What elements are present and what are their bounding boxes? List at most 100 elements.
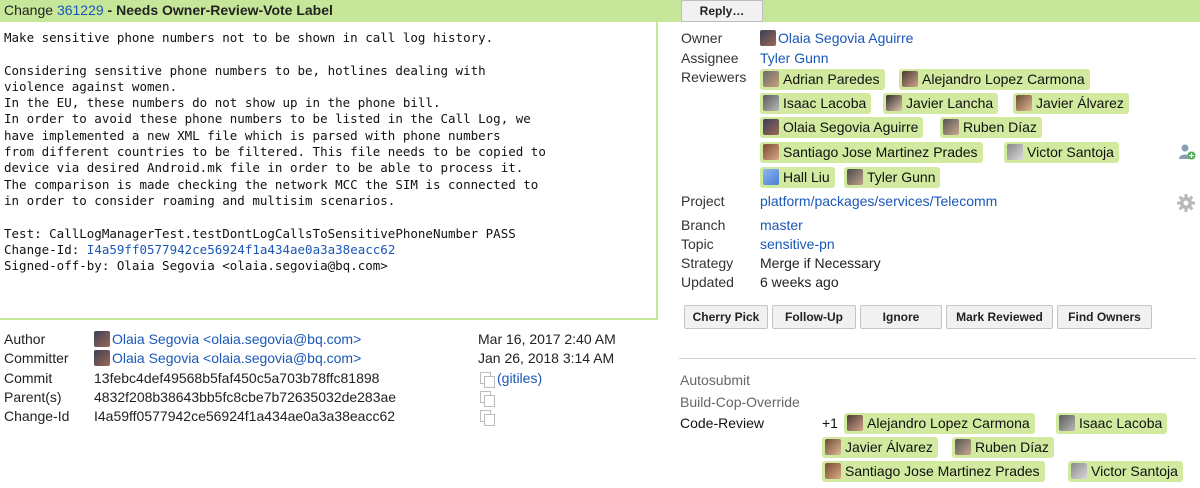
committer-link[interactable]: Olaia Segovia <olaia.segovia@bq.com>	[112, 350, 361, 366]
copy-icon[interactable]	[480, 410, 495, 426]
author-date: Mar 16, 2017 2:40 AM	[478, 331, 616, 347]
avatar	[94, 331, 110, 347]
gitiles-link[interactable]: (gitiles)	[497, 370, 542, 390]
voter-name: Santiago Jose Martinez Prades	[845, 463, 1040, 479]
change-number-link[interactable]: 361229	[57, 2, 104, 18]
parents-label: Parent(s)	[4, 389, 62, 405]
change-id-label: Change-Id:	[4, 241, 87, 257]
avatar	[94, 350, 110, 366]
topic-label: Topic	[681, 236, 714, 252]
change-title: Change 361229 - Needs Owner-Review-Vote …	[4, 2, 333, 18]
avatar	[763, 169, 779, 185]
ignore-button[interactable]: Ignore	[860, 305, 942, 329]
build-cop-label: Build-Cop-Override	[680, 394, 800, 410]
owner-value: Olaia Segovia Aguirre	[760, 30, 913, 46]
assignee-label: Assignee	[681, 50, 739, 66]
reviewer-name: Javier Lancha	[906, 95, 994, 111]
cherry-pick-button[interactable]: Cherry Pick	[684, 305, 768, 329]
reviewer-chip[interactable]: Alejandro Lopez Carmona	[899, 69, 1090, 90]
reviewer-chip[interactable]: Isaac Lacoba	[760, 93, 872, 114]
commit-message: Make sensitive phone numbers not to be s…	[4, 30, 546, 274]
avatar	[847, 169, 863, 185]
committer-date: Jan 26, 2018 3:14 AM	[478, 350, 615, 366]
signed-off-by: Signed-off-by: Olaia Segovia <olaia.sego…	[4, 258, 388, 274]
find-owners-button[interactable]: Find Owners	[1057, 305, 1152, 329]
reviewer-chip[interactable]: Adrian Paredes	[760, 69, 885, 90]
reviewer-chip[interactable]: Javier Álvarez	[1013, 93, 1129, 114]
copy-icon[interactable]	[480, 391, 495, 407]
avatar	[825, 439, 841, 455]
reviewer-name: Ruben Díaz	[963, 119, 1037, 135]
avatar	[943, 119, 959, 135]
reviewer-name: Hall Liu	[783, 169, 830, 185]
code-review-label: Code-Review	[680, 415, 765, 431]
reviewer-chip[interactable]: Victor Santoja	[1004, 142, 1119, 163]
change-prefix: Change	[4, 2, 54, 18]
voter-name: Alejandro Lopez Carmona	[867, 415, 1030, 431]
project-link[interactable]: platform/packages/services/Telecomm	[760, 193, 997, 209]
branch-link[interactable]: master	[760, 217, 803, 233]
reviewer-chip[interactable]: Tyler Gunn	[844, 167, 941, 188]
voter-chip[interactable]: Victor Santoja	[1068, 461, 1183, 482]
voter-chip[interactable]: Alejandro Lopez Carmona	[844, 413, 1035, 434]
change-id-link[interactable]: I4a59ff0577942ce56924f1a434ae0a3a38eacc6…	[87, 242, 396, 257]
commit-hash: 13febc4def49568b5faf450c5a703b78ffc81898	[94, 370, 380, 386]
avatar	[763, 95, 779, 111]
parent-hash: 4832f208b38643bb5fc8cbe7b72635032de283ae	[94, 389, 397, 405]
avatar	[825, 463, 841, 479]
gear-icon[interactable]	[1176, 193, 1196, 213]
reviewer-chip[interactable]: Olaia Segovia Aguirre	[760, 117, 924, 138]
avatar	[763, 119, 779, 135]
author-link[interactable]: Olaia Segovia <olaia.segovia@bq.com>	[112, 331, 361, 347]
copy-icon[interactable]	[480, 372, 495, 388]
avatar	[1059, 415, 1075, 431]
autosubmit-label: Autosubmit	[680, 372, 751, 388]
section-divider	[679, 358, 1196, 359]
avatar	[763, 71, 779, 87]
voter-name: Isaac Lacoba	[1079, 415, 1163, 431]
change-header-bar: Change 361229 - Needs Owner-Review-Vote …	[0, 0, 658, 22]
reviewer-chip[interactable]: Ruben Díaz	[940, 117, 1042, 138]
reviewers-label: Reviewers	[681, 69, 747, 85]
avatar	[902, 71, 918, 87]
reviewer-chip[interactable]: Santiago Jose Martinez Prades	[760, 142, 983, 163]
reviewer-name: Isaac Lacoba	[783, 95, 867, 111]
avatar	[1007, 144, 1023, 160]
voter-chip[interactable]: Isaac Lacoba	[1056, 413, 1168, 434]
avatar	[847, 415, 863, 431]
voter-chip[interactable]: Ruben Díaz	[952, 437, 1054, 458]
author-label: Author	[4, 331, 46, 347]
updated-value: 6 weeks ago	[760, 274, 839, 290]
avatar	[886, 95, 902, 111]
code-review-vote: +1	[822, 415, 838, 431]
reply-button[interactable]: Reply…	[681, 0, 763, 22]
avatar	[1071, 463, 1087, 479]
owner-label: Owner	[681, 30, 723, 46]
voter-chip[interactable]: Santiago Jose Martinez Prades	[822, 461, 1045, 482]
commit-label: Commit	[4, 370, 53, 386]
owner-link[interactable]: Olaia Segovia Aguirre	[778, 30, 913, 46]
assignee-link[interactable]: Tyler Gunn	[760, 50, 828, 66]
changeid-value: I4a59ff0577942ce56924f1a434ae0a3a38eacc6…	[94, 408, 396, 424]
reviewer-chip[interactable]: Javier Lancha	[883, 93, 999, 114]
follow-up-button[interactable]: Follow-Up	[772, 305, 856, 329]
voter-chip[interactable]: Javier Álvarez	[822, 437, 938, 458]
branch-label: Branch	[681, 217, 726, 233]
reviewer-name: Javier Álvarez	[1036, 95, 1124, 111]
avatar	[955, 439, 971, 455]
reviewer-name: Adrian Paredes	[783, 71, 880, 87]
commit-message-panel: Make sensitive phone numbers not to be s…	[0, 22, 658, 320]
topic-link[interactable]: sensitive-pn	[760, 236, 835, 252]
avatar	[1016, 95, 1032, 111]
author-value: Olaia Segovia <olaia.segovia@bq.com>	[94, 331, 361, 351]
voter-name: Victor Santoja	[1091, 463, 1178, 479]
committer-label: Committer	[4, 350, 69, 366]
reviewer-chip[interactable]: Hall Liu	[760, 167, 835, 188]
project-label: Project	[681, 193, 725, 209]
commit-message-body: Make sensitive phone numbers not to be s…	[4, 30, 546, 241]
reviewer-name: Olaia Segovia Aguirre	[783, 119, 919, 135]
avatar	[760, 30, 776, 46]
add-reviewer-icon[interactable]	[1178, 143, 1196, 161]
reviewer-name: Santiago Jose Martinez Prades	[783, 144, 978, 160]
mark-reviewed-button[interactable]: Mark Reviewed	[946, 305, 1053, 329]
